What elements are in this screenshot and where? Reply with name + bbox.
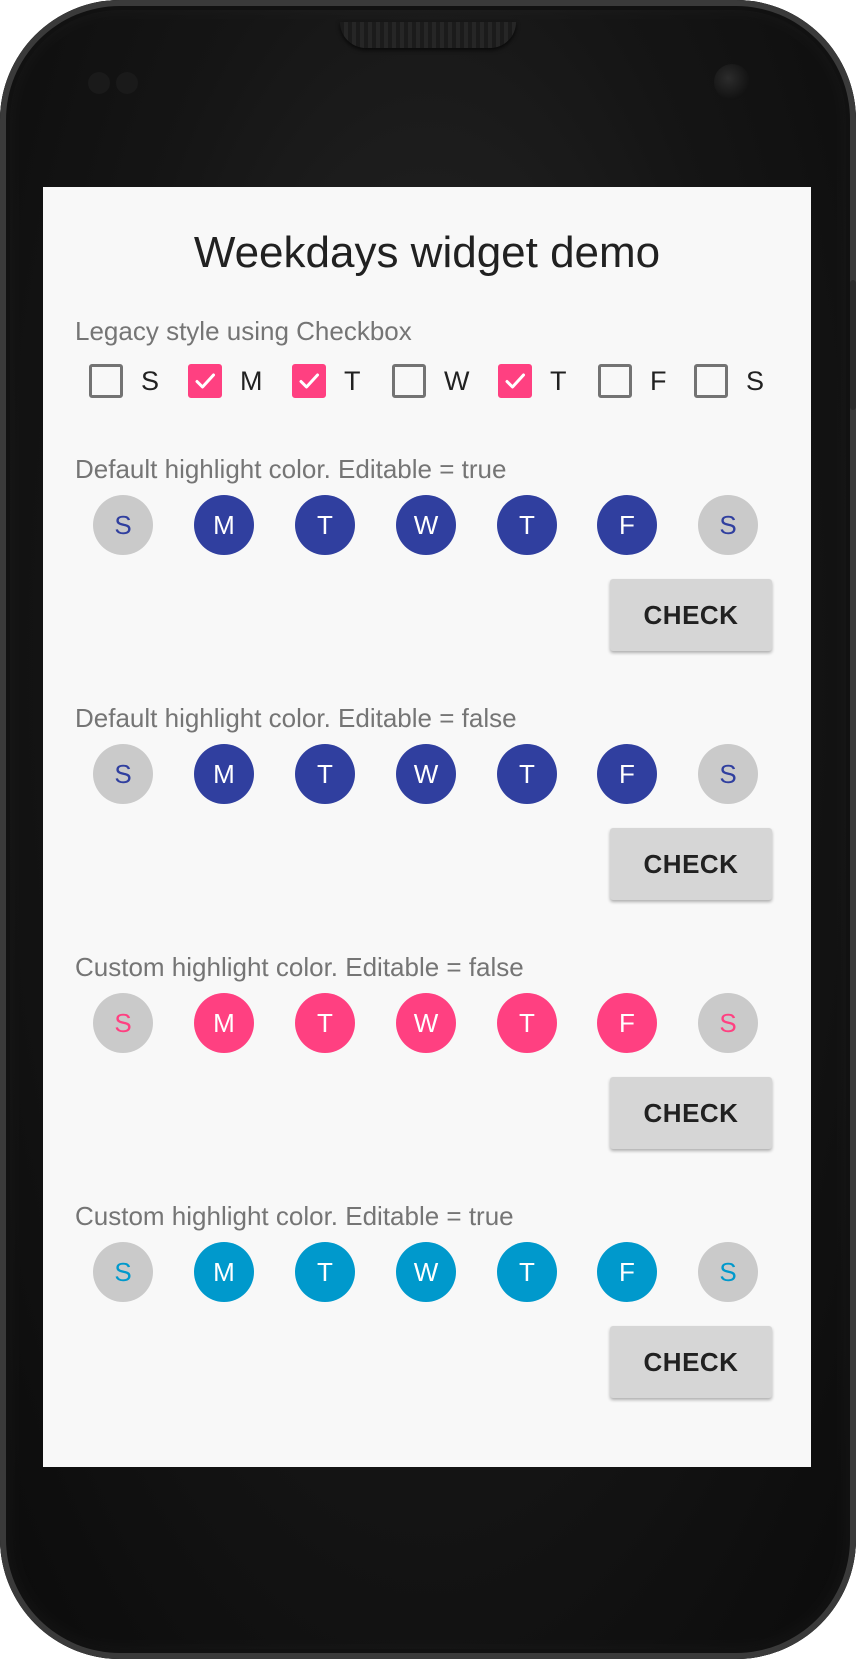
day-circle-unselected: S: [698, 744, 758, 804]
day-circle-selected[interactable]: M: [194, 495, 254, 555]
legacy-day-5[interactable]: F: [598, 359, 667, 403]
checkmark-icon: [505, 373, 525, 389]
checkmark-icon: [299, 373, 319, 389]
day-circle-selected[interactable]: T: [497, 495, 557, 555]
app-screen: Weekdays widget demo Legacy style using …: [43, 187, 811, 1467]
page-title: Weekdays widget demo: [193, 228, 661, 277]
day-circle-selected: W: [396, 744, 456, 804]
checkbox-label: T: [344, 365, 361, 396]
checkbox-label: S: [141, 365, 160, 396]
day-circle-selected: T: [295, 744, 355, 804]
day-circle-selected[interactable]: M: [194, 1242, 254, 1302]
checkbox-label: S: [746, 365, 765, 396]
checkmark-icon: [195, 373, 215, 389]
legacy-day-1[interactable]: M: [188, 359, 263, 403]
day-circle-selected[interactable]: T: [295, 1242, 355, 1302]
legacy-day-2[interactable]: T: [292, 359, 361, 403]
day-circle-selected: T: [497, 744, 557, 804]
day-circle-selected: M: [194, 993, 254, 1053]
checkbox-label: W: [444, 365, 470, 396]
legacy-day-4[interactable]: T: [498, 359, 567, 403]
proximity-sensor: [88, 72, 110, 94]
check-button[interactable]: CHECK: [610, 579, 772, 651]
phone-frame: Weekdays widget demo Legacy style using …: [0, 0, 856, 1659]
day-circle-selected: M: [194, 744, 254, 804]
weekday-row: S M T W T F S: [43, 1242, 811, 1302]
day-circle-selected[interactable]: T: [295, 495, 355, 555]
legacy-checkbox-row: S M T W T F S: [43, 359, 811, 403]
day-circle-selected[interactable]: T: [497, 1242, 557, 1302]
checkbox[interactable]: [598, 364, 632, 398]
checkbox-checked[interactable]: [498, 364, 532, 398]
section-label: Default highlight color. Editable = true: [75, 454, 507, 484]
check-button[interactable]: CHECK: [610, 828, 772, 900]
day-circle-unselected: S: [93, 744, 153, 804]
day-circle-unselected: S: [698, 993, 758, 1053]
day-circle-selected: T: [497, 993, 557, 1053]
checkbox-checked[interactable]: [292, 364, 326, 398]
day-circle-selected[interactable]: F: [597, 1242, 657, 1302]
legacy-day-6[interactable]: S: [694, 359, 764, 403]
day-circle-selected: F: [597, 993, 657, 1053]
check-button[interactable]: CHECK: [610, 1077, 772, 1149]
checkbox-label: M: [240, 365, 263, 396]
earpiece-speaker: [340, 22, 516, 48]
checkbox[interactable]: [694, 364, 728, 398]
light-sensor: [116, 72, 138, 94]
legacy-day-0[interactable]: S: [89, 359, 159, 403]
legacy-day-3[interactable]: W: [392, 359, 469, 403]
weekday-row: S M T W T F S: [43, 993, 811, 1053]
day-circle-selected[interactable]: F: [597, 495, 657, 555]
check-button[interactable]: CHECK: [610, 1326, 772, 1398]
day-circle-unselected[interactable]: S: [93, 495, 153, 555]
day-circle-unselected[interactable]: S: [698, 1242, 758, 1302]
legacy-section-label: Legacy style using Checkbox: [75, 316, 412, 346]
weekday-row: S M T W T F S: [43, 744, 811, 804]
day-circle-unselected[interactable]: S: [93, 1242, 153, 1302]
section-label: Custom highlight color. Editable = true: [75, 1201, 514, 1231]
side-button: [850, 280, 856, 410]
section-label: Custom highlight color. Editable = false: [75, 952, 524, 982]
front-camera-icon: [714, 64, 750, 100]
day-circle-selected[interactable]: W: [396, 1242, 456, 1302]
day-circle-selected: T: [295, 993, 355, 1053]
day-circle-unselected[interactable]: S: [698, 495, 758, 555]
day-circle-unselected: S: [93, 993, 153, 1053]
checkbox[interactable]: [89, 364, 123, 398]
day-circle-selected: W: [396, 993, 456, 1053]
day-circle-selected[interactable]: W: [396, 495, 456, 555]
checkbox-label: T: [550, 365, 567, 396]
section-label: Default highlight color. Editable = fals…: [75, 703, 517, 733]
checkbox[interactable]: [392, 364, 426, 398]
checkbox-label: F: [650, 365, 667, 396]
weekday-row: S M T W T F S: [43, 495, 811, 555]
day-circle-selected: F: [597, 744, 657, 804]
checkbox-checked[interactable]: [188, 364, 222, 398]
